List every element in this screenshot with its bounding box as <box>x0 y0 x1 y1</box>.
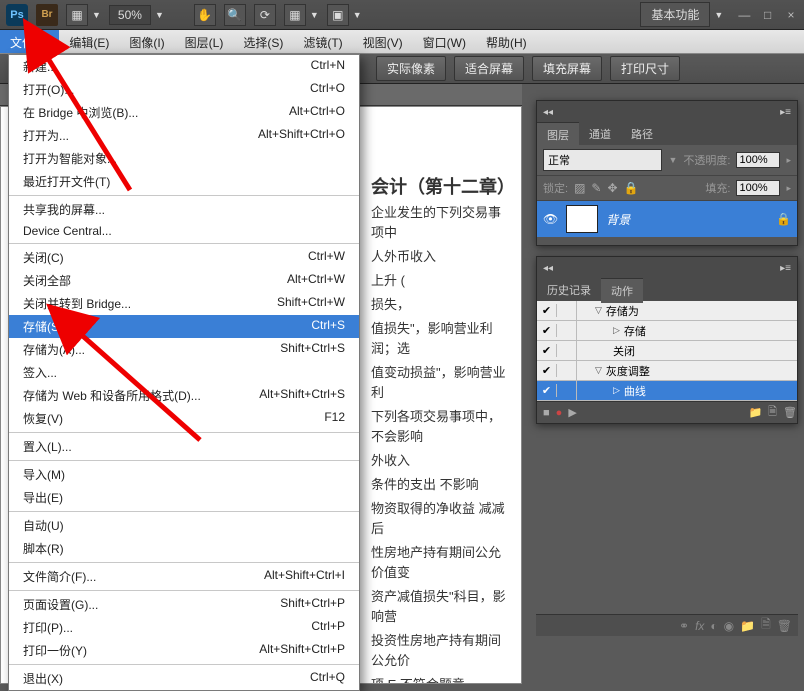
doc-text: 性房地产持有期间公允价值变 <box>371 543 509 583</box>
doc-text: 损失， <box>371 295 509 315</box>
menu-item[interactable]: 关闭全部Alt+Ctrl+W <box>9 269 359 292</box>
maximize-icon[interactable]: □ <box>761 8 775 22</box>
record-icon[interactable]: ● <box>556 407 563 419</box>
lock-paint-icon[interactable]: ✎ <box>591 181 601 195</box>
panel-tab[interactable]: 路径 <box>621 122 663 146</box>
doc-text: 资产减值损失"科目，影响营 <box>371 587 509 627</box>
menu-item[interactable]: 脚本(R) <box>9 537 359 560</box>
lock-icon: 🔒 <box>776 212 791 226</box>
blend-mode-select[interactable]: 正常 <box>543 149 662 171</box>
opacity-label: 不透明度: <box>683 152 730 168</box>
new-action-icon[interactable]: 🗎 <box>768 403 777 422</box>
doc-text: 投资性房地产持有期间公允价 <box>371 631 509 671</box>
lock-position-icon[interactable]: ✥ <box>607 181 617 195</box>
link-icon[interactable]: ⚭ <box>679 619 689 633</box>
menu-item[interactable]: 退出(X)Ctrl+Q <box>9 667 359 690</box>
layer-row[interactable]: 👁 背景 🔒 <box>537 201 797 237</box>
menu-item[interactable]: 窗口(W) <box>413 30 476 53</box>
menu-item[interactable]: 打印(P)...Ctrl+P <box>9 616 359 639</box>
doc-text: 上升 ( <box>371 271 509 291</box>
folder-icon[interactable]: 📁 <box>740 619 755 633</box>
doc-text: 条件的支出 不影响 <box>371 475 509 495</box>
layers-footer: ⚭ fx ◐ ◉ 📁 🗎 🗑 <box>536 614 798 636</box>
menu-item[interactable]: 打印一份(Y)Alt+Shift+Ctrl+P <box>9 639 359 662</box>
menu-item[interactable]: Device Central... <box>9 221 359 241</box>
option-button[interactable]: 填充屏幕 <box>532 56 602 81</box>
window-controls: — □ × <box>731 8 798 22</box>
doc-text: 值损失"，影响营业利润；选 <box>371 319 509 359</box>
doc-text: 项 E 不符合题意。 <box>371 675 509 684</box>
panels-column: ◂◂ ▸≡ 图层通道路径 正常 ▼ 不透明度: 100% ▸ 锁定: ▨ ✎ ✥… <box>536 100 798 636</box>
menu-item[interactable]: 滤镜(T) <box>293 30 352 53</box>
zoom-value[interactable]: 50% <box>109 5 151 25</box>
action-row[interactable]: ✔关闭 <box>537 341 797 361</box>
mask-icon[interactable]: ◐ <box>710 619 717 633</box>
photoshop-icon[interactable]: Ps <box>6 4 28 26</box>
doc-text: 下列各项交易事项中，不会影响 <box>371 407 509 447</box>
eye-icon[interactable]: 👁 <box>543 212 558 226</box>
action-row[interactable]: ✔▷存储 <box>537 321 797 341</box>
fill-input[interactable]: 100% <box>736 180 780 196</box>
screen-mode-icon[interactable]: ▣ <box>327 4 349 26</box>
trash-icon[interactable]: 🗑 <box>777 619 792 633</box>
menu-item[interactable]: 关闭(C)Ctrl+W <box>9 246 359 269</box>
panel-tab[interactable]: 历史记录 <box>537 278 601 302</box>
menu-item[interactable]: 导出(E) <box>9 486 359 509</box>
close-icon[interactable]: × <box>784 8 798 22</box>
new-layer-icon[interactable]: 🗎 <box>761 615 771 636</box>
menu-item[interactable]: 选择(S) <box>233 30 293 53</box>
arrange-icon[interactable]: ▦ <box>284 4 306 26</box>
menu-item[interactable]: 页面设置(G)...Shift+Ctrl+P <box>9 593 359 616</box>
menu-item[interactable]: 导入(M) <box>9 463 359 486</box>
lock-transparent-icon[interactable]: ▨ <box>574 181 585 195</box>
doc-text: 人外币收入 <box>371 247 509 267</box>
option-button[interactable]: 适合屏幕 <box>454 56 524 81</box>
doc-text: 企业发生的下列交易事项中 <box>371 203 509 243</box>
opacity-input[interactable]: 100% <box>736 152 780 168</box>
menu-item[interactable]: 帮助(H) <box>476 30 537 53</box>
panel-tab[interactable]: 图层 <box>537 122 579 147</box>
actions-panel: ◂◂ ▸≡ 历史记录动作 ✔▽存储为✔▷存储✔关闭✔▽灰度调整✔▷曲线 ■ ● … <box>536 256 798 424</box>
play-icon[interactable]: ▶ <box>568 406 576 419</box>
fx-icon[interactable]: fx <box>695 619 704 633</box>
layer-name: 背景 <box>606 211 630 228</box>
rotate-view-icon[interactable]: ⟳ <box>254 4 276 26</box>
new-folder-icon[interactable]: 📁 <box>748 406 762 419</box>
layer-thumbnail[interactable] <box>566 205 598 233</box>
menu-item[interactable]: 自动(U) <box>9 514 359 537</box>
panel-menu-icon[interactable]: ▸≡ <box>780 107 797 118</box>
lock-all-icon[interactable]: 🔒 <box>624 181 639 195</box>
menu-item[interactable]: 视图(V) <box>353 30 413 53</box>
option-button[interactable]: 实际像素 <box>376 56 446 81</box>
action-row[interactable]: ✔▷曲线 <box>537 381 797 401</box>
action-row[interactable]: ✔▽灰度调整 <box>537 361 797 381</box>
actions-footer: ■ ● ▶ 📁 🗎 🗑 <box>537 401 797 423</box>
stop-icon[interactable]: ■ <box>543 407 550 419</box>
action-row[interactable]: ✔▽存储为 <box>537 301 797 321</box>
lock-label: 锁定: <box>543 180 568 196</box>
layers-panel: ◂◂ ▸≡ 图层通道路径 正常 ▼ 不透明度: 100% ▸ 锁定: ▨ ✎ ✥… <box>536 100 798 246</box>
hand-tool-icon[interactable]: ✋ <box>194 4 216 26</box>
annotation-arrow-1 <box>30 40 140 203</box>
fill-label: 填充: <box>705 180 730 196</box>
layout-menu-icon[interactable]: ▦ <box>66 4 88 26</box>
app-bar: Ps Br ▦▼ 50%▼ ✋ 🔍 ⟳ ▦▼ ▣▼ 基本功能▼ — □ × <box>0 0 804 30</box>
menu-item[interactable]: 文件简介(F)...Alt+Shift+Ctrl+I <box>9 565 359 588</box>
doc-text: 外收入 <box>371 451 509 471</box>
zoom-tool-icon[interactable]: 🔍 <box>224 4 246 26</box>
workspace-label[interactable]: 基本功能 <box>640 2 710 27</box>
doc-text: 物资取得的净收益 减减 后 <box>371 499 509 539</box>
panel-menu-icon[interactable]: ▸≡ <box>780 263 797 274</box>
annotation-arrow-2 <box>60 300 220 463</box>
bridge-icon[interactable]: Br <box>36 4 58 26</box>
adjustment-icon[interactable]: ◉ <box>724 619 734 633</box>
menu-item[interactable]: 图层(L) <box>175 30 234 53</box>
panel-tab[interactable]: 通道 <box>579 122 621 146</box>
doc-text: 值变动损益"，影响营业利 <box>371 363 509 403</box>
trash-icon[interactable]: 🗑 <box>783 406 797 419</box>
doc-title: 会计（第十二章） <box>371 177 509 197</box>
panel-tab[interactable]: 动作 <box>601 278 643 303</box>
option-button[interactable]: 打印尺寸 <box>610 56 680 81</box>
minimize-icon[interactable]: — <box>737 8 751 22</box>
